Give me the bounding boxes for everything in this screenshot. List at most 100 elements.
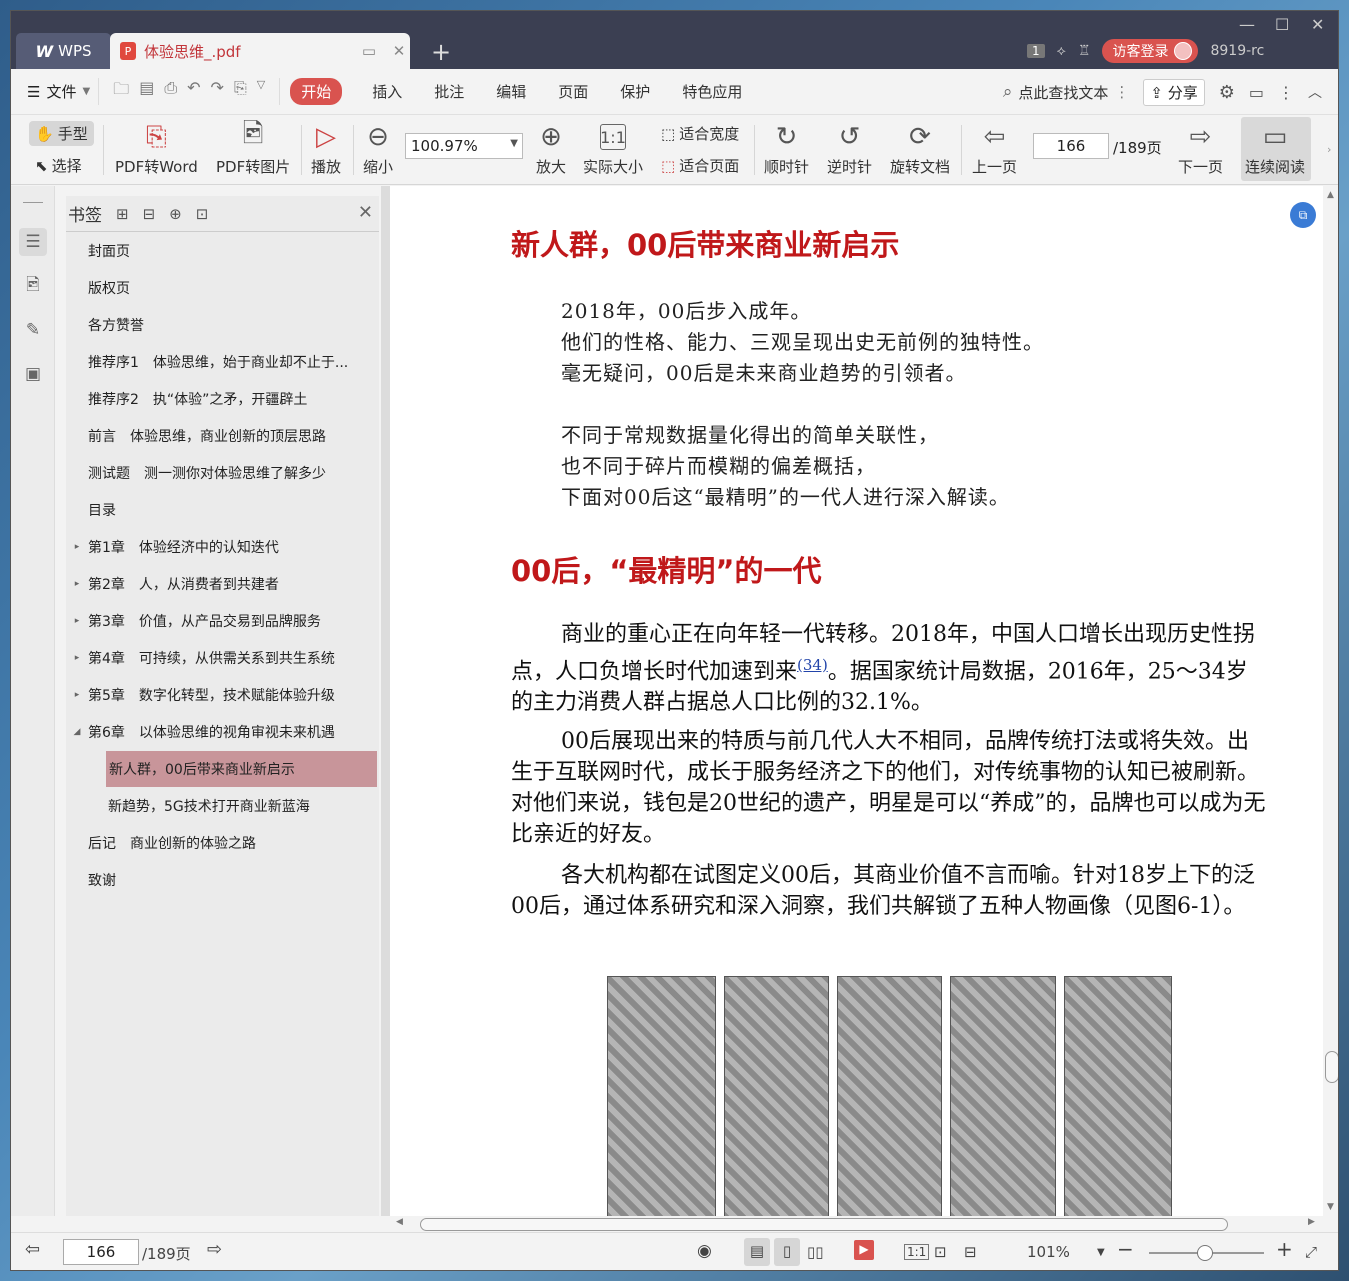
vertical-scroll-thumb[interactable] <box>1325 1051 1338 1083</box>
shirt-icon[interactable]: ♖ <box>1078 43 1091 59</box>
previous-page-button[interactable]: ⇦ 上一页 <box>972 121 1017 177</box>
rotate-document-button[interactable]: ⟳ 旋转文档 <box>890 121 950 177</box>
wps-home-tab[interactable]: W WPS <box>16 33 111 69</box>
bookmark-item[interactable]: ▸ 第3章 价值，从产品交易到品牌服务 <box>66 603 379 639</box>
guest-login-button[interactable]: 访客登录 <box>1102 39 1199 63</box>
bookmark-item[interactable]: 前言 体验思维，商业创新的顶层思路 <box>66 418 379 454</box>
play-slideshow-icon[interactable]: ▶ <box>854 1240 874 1260</box>
bookmark-item[interactable]: 封面页 <box>66 233 379 269</box>
play-button[interactable]: ▷ 播放 <box>311 121 341 177</box>
bookmark-item[interactable]: 后记 商业创新的体验之路 <box>66 825 379 861</box>
add-bookmark-icon[interactable]: ⊕ <box>169 205 182 223</box>
zoom-out-button[interactable]: ⊖ 缩小 <box>363 121 393 177</box>
bookmark-item[interactable]: ▸ 第1章 体验经济中的认知迭代 <box>66 529 379 565</box>
page-number-input[interactable]: 166 <box>1033 133 1109 159</box>
scroll-left-icon[interactable]: ◀ <box>396 1217 403 1227</box>
annotation-icon[interactable]: ✎ <box>19 316 47 344</box>
horizontal-scrollbar[interactable]: ◀ ▶ <box>390 1216 1323 1232</box>
save-icon[interactable]: ▤ <box>139 78 154 105</box>
rotate-clockwise-button[interactable]: ↻ 顺时针 <box>764 121 809 177</box>
status-zoom-value[interactable]: 101% <box>1027 1243 1070 1261</box>
fit-width-button[interactable]: ⬚ 适合宽度 <box>661 123 739 144</box>
export-icon[interactable]: ⎘ <box>234 78 247 105</box>
status-page-input[interactable]: 166 <box>63 1239 139 1265</box>
pdf-to-word-button[interactable]: ⎘ PDF转Word <box>115 121 198 177</box>
bookmark-item[interactable]: ◢ 第6章 以体验思维的视角审视未来机遇 <box>66 714 379 750</box>
zoom-select[interactable]: 100.97% ▼ <box>405 133 523 159</box>
zoom-dropdown-icon[interactable]: ▼ <box>1097 1247 1105 1258</box>
page-count-badge[interactable]: 1 <box>1027 44 1045 58</box>
collapse-ribbon-icon[interactable]: ︿ <box>1308 82 1322 102</box>
close-panel-icon[interactable]: ✕ <box>358 202 373 223</box>
zoom-in-status-icon[interactable]: + <box>1276 1237 1293 1261</box>
menu-protect[interactable]: 保护 <box>604 81 666 102</box>
bookmark-item[interactable]: 推荐序2 执“体验”之矛，开疆辟土 <box>66 381 379 417</box>
fit-page-status-icon[interactable]: ⊡ <box>934 1243 947 1261</box>
bookmark-item[interactable]: ▸ 第2章 人，从消费者到共建者 <box>66 566 379 602</box>
close-window-button[interactable]: ✕ <box>1311 15 1324 34</box>
single-page-view-icon[interactable]: ▤ <box>744 1238 770 1266</box>
scroll-up-icon[interactable]: ▲ <box>1327 190 1334 200</box>
bookmark-item[interactable]: 推荐序1 体验思维，始于商业却不止于... <box>66 344 379 380</box>
expand-all-icon[interactable]: ⊞ <box>116 205 129 223</box>
expand-toggle-icon[interactable]: ▸ <box>66 653 88 663</box>
share-button[interactable]: ⇪ 分享 <box>1143 78 1205 106</box>
expand-toggle-icon[interactable]: ▸ <box>66 542 88 552</box>
bookmark-item[interactable]: 测试题 测一测你对体验思维了解多少 <box>66 455 379 491</box>
continuous-view-icon[interactable]: ▯ <box>774 1238 800 1266</box>
select-tool-button[interactable]: ⬉ 选择 <box>35 155 82 176</box>
bookmark-item[interactable]: 各方赞誉 <box>66 307 379 343</box>
bookmark-item[interactable]: 目录 <box>66 492 379 528</box>
vertical-scrollbar[interactable]: ▲ ▼ <box>1323 186 1338 1216</box>
bookmark-item[interactable]: 新人群，00后带来商业新启示 <box>106 751 377 787</box>
hand-tool-button[interactable]: ✋ 手型 <box>29 121 94 146</box>
expand-toggle-icon[interactable]: ▸ <box>66 579 88 589</box>
comment-icon[interactable]: ▭ <box>1249 83 1264 102</box>
document-tab[interactable]: P 体验思维_.pdf ▭ ✕ <box>110 33 410 69</box>
fit-width-status-icon[interactable]: ⊟ <box>964 1243 977 1261</box>
menu-special[interactable]: 特色应用 <box>666 81 758 102</box>
bookmark-item[interactable]: ▸ 第5章 数字化转型，技术赋能体验升级 <box>66 677 379 713</box>
zoom-slider[interactable] <box>1149 1245 1264 1261</box>
undo-icon[interactable]: ↶ <box>187 78 200 105</box>
redo-icon[interactable]: ↷ <box>211 78 224 105</box>
scroll-right-icon[interactable]: ▶ <box>1308 1217 1315 1227</box>
pdf-to-image-button[interactable]: 🖻 PDF转图片 <box>216 119 290 177</box>
eye-protection-icon[interactable]: ◉ <box>697 1241 712 1261</box>
menu-annotate[interactable]: 批注 <box>418 81 480 102</box>
zoom-slider-handle[interactable] <box>1197 1245 1213 1261</box>
bookmark-item[interactable]: 致谢 <box>66 862 379 898</box>
actual-size-button[interactable]: 1:1 实际大小 <box>583 121 643 177</box>
next-page-arrow-icon[interactable]: ⇨ <box>207 1239 222 1260</box>
footnote-link[interactable]: (34) <box>797 656 828 674</box>
more-options-icon[interactable]: ⋮ <box>1278 83 1294 102</box>
search-text[interactable]: ⌕ 点此查找文本 ⋮ <box>1003 82 1130 103</box>
image-extract-icon[interactable]: ▣ <box>19 360 47 388</box>
floating-tool-icon[interactable]: ⧉ <box>1290 202 1316 228</box>
menu-edit[interactable]: 编辑 <box>480 81 542 102</box>
bookmark-item[interactable]: 新趋势，5G技术打开商业新蓝海 <box>66 788 379 824</box>
thumbnail-icon[interactable]: 🖻 <box>19 272 47 300</box>
bookmark-item[interactable]: ▸ 第4章 可持续，从供需关系到共生系统 <box>66 640 379 676</box>
expand-toggle-icon[interactable]: ▸ <box>66 690 88 700</box>
zoom-in-button[interactable]: ⊕ 放大 <box>536 121 566 177</box>
zoom-out-status-icon[interactable]: − <box>1117 1237 1134 1261</box>
close-tab-icon[interactable]: ✕ <box>388 42 410 60</box>
fit-page-button[interactable]: ⬚ 适合页面 <box>661 155 739 176</box>
bookmark-item[interactable]: 版权页 <box>66 270 379 306</box>
window-mode-icon[interactable]: ▭ <box>358 42 380 60</box>
scroll-down-icon[interactable]: ▼ <box>1327 1202 1334 1212</box>
actual-size-status-icon[interactable]: 1:1 <box>904 1244 930 1260</box>
open-folder-icon[interactable]: 🗀 <box>113 78 129 105</box>
toolbar-expand-icon[interactable]: › <box>1327 143 1331 156</box>
skin-icon[interactable]: ⟡ <box>1057 43 1066 59</box>
rotate-counterclockwise-button[interactable]: ↺ 逆时针 <box>827 121 872 177</box>
new-tab-button[interactable]: + <box>431 38 451 66</box>
bookmark-list-icon[interactable]: ☰ <box>19 228 47 256</box>
next-page-button[interactable]: ⇨ 下一页 <box>1178 121 1223 177</box>
expand-toggle-icon[interactable]: ◢ <box>66 727 88 737</box>
collapse-all-icon[interactable]: ⊟ <box>143 205 156 223</box>
panel-splitter[interactable] <box>381 186 390 1216</box>
settings-gear-icon[interactable]: ⚙ <box>1219 82 1235 103</box>
print-icon[interactable]: ⎙ <box>164 78 177 105</box>
